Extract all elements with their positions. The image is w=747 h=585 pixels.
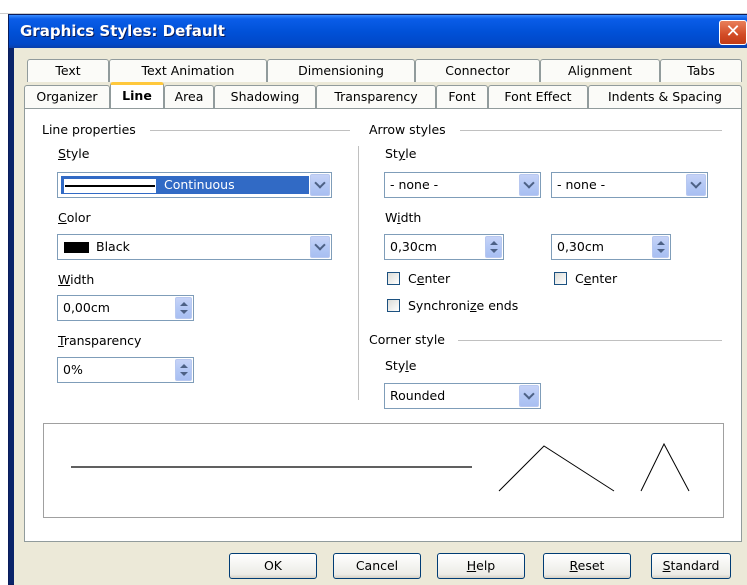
tab-dimensioning[interactable]: Dimensioning (267, 59, 415, 82)
standard-button[interactable]: Standard (651, 553, 731, 579)
arrow-start-style-select[interactable]: - none - (384, 172, 541, 198)
center-start-label: Center (408, 271, 451, 286)
spin-arrows-icon[interactable] (485, 236, 502, 258)
line-width-value: 0,00cm (63, 300, 110, 315)
tab-connector[interactable]: Connector (415, 59, 540, 82)
center-end-checkbox[interactable] (554, 272, 567, 285)
corner-style-label: Style (385, 358, 417, 373)
reset-button[interactable]: Reset (543, 553, 631, 579)
tab-line[interactable]: Line (110, 82, 164, 108)
chevron-down-icon[interactable] (310, 174, 330, 196)
section-divider (358, 146, 359, 400)
arrow-end-style-select[interactable]: - none - (551, 172, 708, 198)
transparency-value: 0% (63, 362, 83, 377)
spin-arrows-icon[interactable] (175, 359, 192, 381)
arrow-styles-heading: Arrow styles (369, 122, 446, 137)
transparency-spinner[interactable]: 0% (57, 357, 194, 383)
tab-area[interactable]: Area (164, 85, 214, 108)
preview-drawing (71, 442, 690, 492)
help-button[interactable]: Help (437, 553, 525, 579)
spin-arrows-icon[interactable] (175, 297, 192, 319)
center-end-label: Center (575, 271, 618, 286)
center-start-checkbox[interactable] (387, 272, 400, 285)
arrow-end-style-value: - none - (557, 177, 606, 192)
chevron-down-icon[interactable] (519, 385, 539, 407)
line-preview (43, 423, 724, 518)
arrow-start-style-value: - none - (390, 177, 439, 192)
tab-indents-spacing[interactable]: Indents & Spacing (588, 85, 742, 108)
corner-style-value: Rounded (390, 388, 446, 403)
arrow-start-width-spinner[interactable]: 0,30cm (384, 234, 504, 260)
line-sample-swatch (64, 179, 156, 193)
arrow-end-width-value: 0,30cm (557, 239, 604, 254)
tab-font-effect[interactable]: Font Effect (488, 85, 588, 108)
separator (150, 130, 350, 131)
spin-arrows-icon[interactable] (652, 236, 669, 258)
tab-tabs[interactable]: Tabs (660, 59, 742, 82)
line-properties-heading: Line properties (42, 122, 136, 137)
separator (458, 340, 722, 341)
tab-font[interactable]: Font (436, 85, 488, 108)
line-width-spinner[interactable]: 0,00cm (57, 295, 194, 321)
tab-alignment[interactable]: Alignment (540, 59, 660, 82)
chevron-down-icon[interactable] (519, 174, 539, 196)
separator (460, 130, 722, 131)
tab-organizer[interactable]: Organizer (24, 85, 110, 108)
window-title: Graphics Styles: Default (20, 22, 225, 40)
tab-text-animation[interactable]: Text Animation (109, 59, 267, 82)
arrow-style-label: Style (385, 146, 417, 161)
line-color-select[interactable]: Black (57, 234, 332, 260)
line-style-label: Style (58, 146, 90, 161)
preview-corner-narrow (640, 442, 690, 492)
tab-shadowing[interactable]: Shadowing (214, 85, 316, 108)
close-button[interactable]: ✕ (719, 20, 747, 45)
synchronize-ends-label: Synchronize ends (408, 298, 519, 313)
preview-corner-wide (498, 445, 615, 492)
tab-text[interactable]: Text (27, 59, 109, 82)
corner-style-select[interactable]: Rounded (384, 383, 541, 409)
line-style-select[interactable]: Continuous (57, 172, 332, 198)
background-app-strip (0, 0, 747, 14)
transparency-label: Transparency (58, 333, 142, 348)
arrow-start-width-value: 0,30cm (390, 239, 437, 254)
corner-style-heading: Corner style (369, 332, 445, 347)
line-style-value: Continuous (164, 177, 235, 192)
synchronize-ends-checkbox[interactable] (387, 299, 400, 312)
arrow-width-label: Width (385, 210, 422, 225)
line-color-label: Color (58, 210, 91, 225)
chevron-down-icon[interactable] (310, 236, 330, 258)
arrow-end-width-spinner[interactable]: 0,30cm (551, 234, 671, 260)
tab-transparency[interactable]: Transparency (316, 85, 436, 108)
line-color-value: Black (96, 239, 130, 254)
chevron-down-icon[interactable] (686, 174, 706, 196)
cancel-button[interactable]: Cancel (333, 553, 421, 579)
ok-button[interactable]: OK (229, 553, 317, 579)
color-swatch (64, 242, 89, 253)
line-width-label: Width (58, 272, 95, 287)
